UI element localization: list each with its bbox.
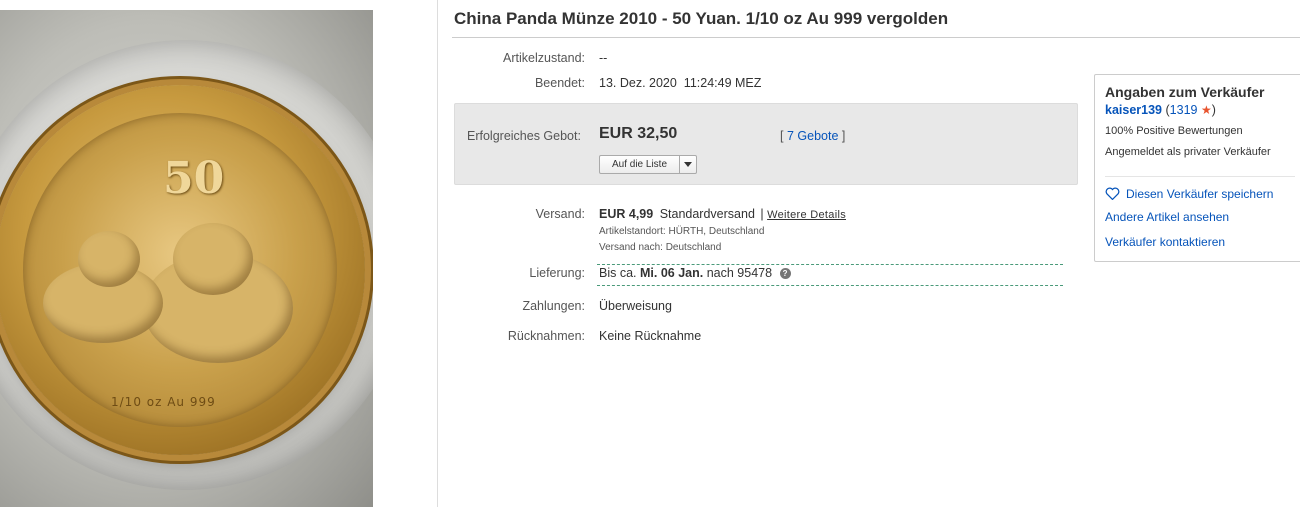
- delivery-suffix: nach 95478: [706, 266, 773, 280]
- bid-label: Erfolgreiches Gebot:: [467, 129, 581, 143]
- coin-value: 50: [163, 153, 225, 204]
- condition-label: Artikelzustand:: [503, 51, 585, 65]
- ended-value: 13. Dez. 2020 11:24:49 MEZ: [599, 76, 761, 90]
- condition-value: --: [599, 51, 608, 65]
- item-location: Artikelstandort: HÜRTH, Deutschland: [599, 226, 765, 237]
- bid-box: Erfolgreiches Gebot: EUR 32,50 [ 7 Gebot…: [454, 103, 1078, 185]
- feedback-score-link[interactable]: 1319: [1170, 103, 1198, 117]
- delivery-prefix: Bis ca.: [599, 266, 637, 280]
- shipping-value: EUR 4,99 Standardversand | Weitere Detai…: [599, 207, 846, 221]
- delivery-date: Mi. 06 Jan.: [640, 266, 704, 280]
- item-title: China Panda Münze 2010 - 50 Yuan. 1/10 o…: [454, 9, 949, 28]
- seller-title: Angaben zum Verkäufer: [1105, 84, 1265, 100]
- shipping-price: EUR 4,99: [599, 207, 654, 221]
- bids-count: [ 7 Gebote ]: [780, 129, 845, 143]
- returns-value: Keine Rücknahme: [599, 329, 702, 343]
- delivery-border-bottom: [597, 285, 1063, 286]
- shipping-separator: |: [760, 207, 764, 221]
- seller-info-box: Angaben zum Verkäufer kaiser139 (1319 ★)…: [1094, 74, 1300, 262]
- shipping-details-link[interactable]: Weitere Details: [767, 209, 846, 221]
- seller-type: Angemeldet als privater Verkäufer: [1105, 146, 1271, 158]
- payments-value: Überweisung: [599, 299, 672, 313]
- delivery-value: Bis ca. Mi. 06 Jan. nach 95478 ?: [599, 266, 791, 280]
- contact-seller-link[interactable]: Verkäufer kontaktieren: [1105, 235, 1225, 249]
- panda-head-small: [78, 231, 140, 287]
- ended-time: 11:24:49 MEZ: [683, 76, 762, 90]
- bids-bracket-open: [: [780, 129, 784, 143]
- payments-label: Zahlungen:: [522, 299, 585, 313]
- positive-feedback: 100% Positive Bewertungen: [1105, 125, 1243, 137]
- panda-head-large: [173, 223, 253, 295]
- heart-icon: [1105, 187, 1120, 200]
- shipping-label: Versand:: [535, 207, 585, 221]
- add-to-watchlist-button[interactable]: Auf die Liste: [599, 155, 697, 174]
- other-items-link[interactable]: Andere Artikel ansehen: [1105, 210, 1229, 224]
- coin: 50 1/10 oz Au 999: [0, 85, 365, 455]
- feedback-close: ): [1211, 103, 1216, 117]
- bids-bracket-close: ]: [841, 129, 846, 143]
- chevron-down-icon: [684, 162, 692, 167]
- ended-date: 13. Dez. 2020: [599, 76, 677, 90]
- product-photo[interactable]: 50 1/10 oz Au 999: [0, 10, 373, 507]
- star-icon: ★: [1200, 103, 1212, 117]
- seller-username-link[interactable]: kaiser139: [1105, 103, 1162, 117]
- shipping-method: Standardversand: [659, 207, 755, 221]
- seller-identity: kaiser139 (1319 ★): [1105, 103, 1216, 117]
- save-seller-label: Diesen Verkäufer speichern: [1126, 187, 1274, 201]
- save-seller-link[interactable]: Diesen Verkäufer speichern: [1105, 187, 1273, 201]
- watchlist-dropdown[interactable]: [680, 156, 696, 173]
- title-divider: [452, 37, 1300, 38]
- delivery-label: Lieferung:: [529, 266, 585, 280]
- image-panel: 50 1/10 oz Au 999: [0, 0, 438, 507]
- coin-face: 50 1/10 oz Au 999: [23, 113, 337, 427]
- returns-label: Rücknahmen:: [507, 329, 585, 343]
- coin-legend: 1/10 oz Au 999: [111, 395, 216, 409]
- ended-label: Beendet:: [534, 76, 585, 90]
- ships-to: Versand nach: Deutschland: [599, 242, 722, 253]
- bids-link[interactable]: 7 Gebote: [787, 129, 838, 143]
- watchlist-label: Auf die Liste: [600, 156, 680, 173]
- bid-price: EUR 32,50: [599, 125, 678, 142]
- delivery-border-top: [597, 264, 1063, 265]
- seller-divider: [1105, 176, 1295, 177]
- help-icon[interactable]: ?: [779, 268, 791, 279]
